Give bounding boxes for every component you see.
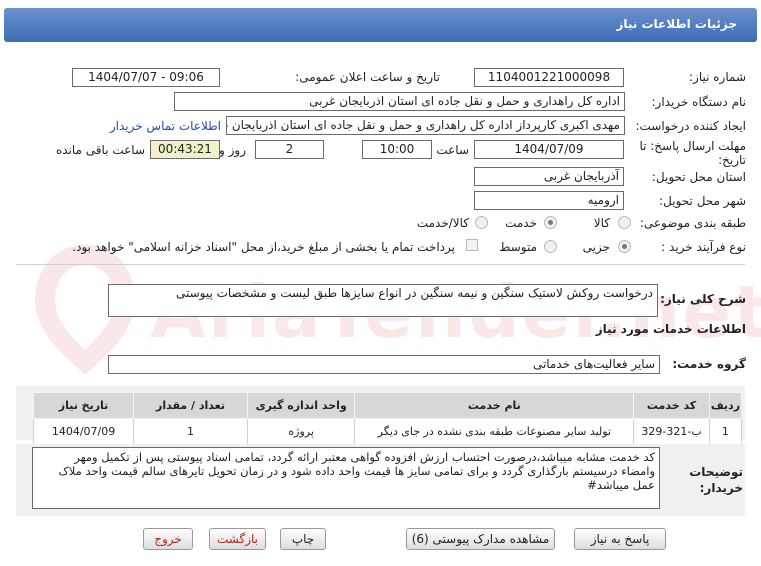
category-option-goods: کالا xyxy=(593,216,610,230)
treasury-payment-note: پرداخت تمام یا بخشی از مبلغ خرید،از محل … xyxy=(72,240,455,254)
summary-field: درخواست روکش لاستیک سنگین و نیمه سنگین د… xyxy=(108,284,658,317)
services-heading: اطلاعات خدمات مورد نیاز xyxy=(595,322,746,336)
cell-quantity: 1 xyxy=(133,418,248,445)
summary-label: شرح کلی نیاز: xyxy=(660,292,746,306)
items-table: ردیف کد خدمت نام خدمت واحد اندازه گیری ت… xyxy=(32,392,743,445)
table-header-row: ردیف کد خدمت نام خدمت واحد اندازه گیری ت… xyxy=(32,392,743,419)
process-label: نوع فرآیند خرید : xyxy=(661,240,746,254)
col-row: ردیف xyxy=(708,392,743,419)
table-row: 1 ب-321-329 تولید سایر مصنوعات طبقه بندی… xyxy=(32,418,743,445)
need-number-label: شماره نیاز: xyxy=(689,70,746,84)
city-label: شهر محل تحویل: xyxy=(659,194,746,208)
announce-label: تاریخ و ساعت اعلان عمومی: xyxy=(295,70,440,84)
announce-field: 1404/07/07 - 09:06 xyxy=(72,68,220,87)
print-button[interactable]: چاپ xyxy=(280,528,326,550)
remaining-time-label: ساعت باقی مانده xyxy=(55,143,145,157)
col-quantity: تعداد / مقدار xyxy=(133,392,248,419)
requester-label: ایجاد کننده درخواست: xyxy=(635,119,746,133)
deadline-time-label: ساعت xyxy=(436,143,469,157)
process-option-medium: متوسط xyxy=(499,240,537,254)
category-radio-goods[interactable] xyxy=(618,216,631,229)
notes-label: توضیحات xyxy=(689,465,743,479)
exit-button[interactable]: خروج xyxy=(143,528,193,550)
buyer-label: نام دستگاه خریدار: xyxy=(651,95,747,109)
province-field: آذربایجان غربی xyxy=(474,167,624,186)
deadline-date-field: 1404/07/09 xyxy=(474,140,624,159)
cell-row: 1 xyxy=(708,418,743,445)
days-field: 2 xyxy=(255,140,324,159)
buyer-notes-field: کد خدمت مشابه میباشد،درصورت احتساب ارزش … xyxy=(32,447,660,509)
back-button[interactable]: بازگشت xyxy=(209,528,266,550)
cell-service-code: ب-321-329 xyxy=(633,418,710,445)
requester-field: مهدی اکبری کارپرداز اداره کل راهداری و ح… xyxy=(226,116,625,135)
buyer-contact-link[interactable]: اطلاعات تماس خریدار xyxy=(110,119,221,133)
deadline-date-label: تاریخ: xyxy=(718,153,746,167)
category-radio-goods-service[interactable] xyxy=(475,216,488,229)
process-radio-medium[interactable] xyxy=(544,240,557,253)
cell-need-date: 1404/07/09 xyxy=(32,418,135,445)
category-radio-service[interactable] xyxy=(544,216,557,229)
reply-button[interactable]: پاسخ به نیاز xyxy=(574,528,666,550)
service-group-label: گروه خدمت: xyxy=(672,357,746,371)
title-bar: جزئیات اطلاعات نیاز xyxy=(4,8,757,42)
remaining-time-field: 00:43:21 xyxy=(150,140,220,159)
cell-service-name: تولید سایر مصنوعات طبقه بندی نشده در جای… xyxy=(354,418,635,445)
buyer-field: اداره کل راهداری و حمل و نقل جاده ای است… xyxy=(174,92,625,111)
service-group-field: سایر فعالیت‌های خدماتی xyxy=(108,355,660,374)
divider xyxy=(16,264,745,265)
cell-unit: پروژه xyxy=(246,418,356,445)
col-unit: واحد اندازه گیری xyxy=(246,392,356,419)
view-attachments-button[interactable]: مشاهده مدارک پیوستی (6) xyxy=(406,528,555,550)
deadline-label: مهلت ارسال پاسخ: تا xyxy=(639,139,746,153)
days-label: روز و xyxy=(219,143,246,157)
category-option-service: خدمت xyxy=(505,216,537,230)
category-label: طبقه بندی موضوعی: xyxy=(639,216,746,230)
col-need-date: تاریخ نیاز xyxy=(32,392,135,419)
process-radio-minor[interactable] xyxy=(618,240,631,253)
notes-label-buyer: خریدار: xyxy=(699,481,743,495)
window-title: جزئیات اطلاعات نیاز xyxy=(616,17,737,31)
process-option-minor: جزیی xyxy=(582,240,610,254)
col-service-code: کد خدمت xyxy=(633,392,710,419)
deadline-time-field: 10:00 xyxy=(362,140,432,159)
treasury-payment-checkbox[interactable] xyxy=(466,239,478,251)
col-service-name: نام خدمت xyxy=(354,392,635,419)
category-option-goods-service: کالا/خدمت xyxy=(416,216,469,230)
city-field: ارومیه xyxy=(474,191,624,210)
need-number-field: 1104001221000098 xyxy=(474,68,624,87)
province-label: استان محل تحویل: xyxy=(651,170,746,184)
